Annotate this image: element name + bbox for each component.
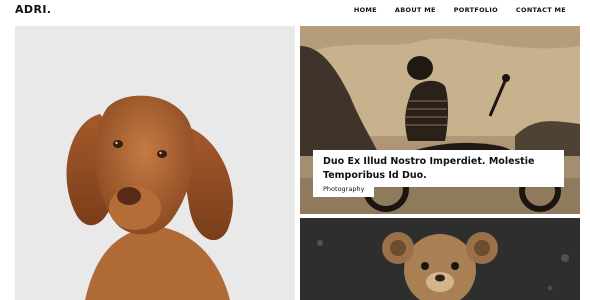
teddy-photo	[300, 218, 580, 300]
nav-contact[interactable]: CONTACT ME	[516, 6, 566, 14]
teddy-photo-tile[interactable]	[300, 218, 580, 300]
main-nav: HOME ABOUT ME PORTFOLIO CONTACT ME	[354, 6, 566, 14]
nav-about[interactable]: ABOUT ME	[395, 6, 436, 14]
dog-photo	[66, 95, 233, 300]
site-logo[interactable]: ADRI.	[15, 3, 51, 16]
post-title[interactable]: Duo Ex Illud Nostro Imperdiet. Molestie …	[323, 155, 554, 183]
nav-home[interactable]: HOME	[354, 6, 377, 14]
nav-portfolio[interactable]: PORTFOLIO	[454, 6, 498, 14]
post-category[interactable]: Photography	[313, 181, 375, 197]
site-header: ADRI. HOME ABOUT ME PORTFOLIO CONTACT ME	[0, 0, 590, 26]
dog-photo-tile[interactable]	[15, 26, 295, 300]
